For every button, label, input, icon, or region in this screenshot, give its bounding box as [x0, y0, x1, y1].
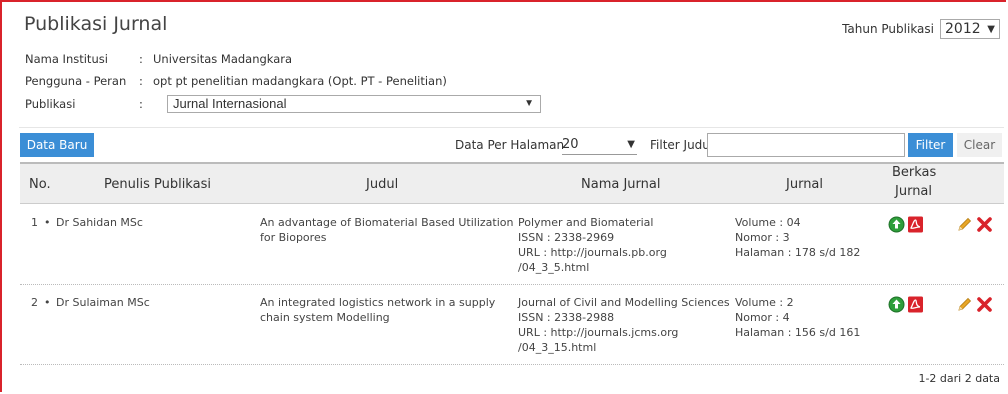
row-penulis: Dr Sahidan MSc — [56, 216, 143, 229]
pdf-icon[interactable] — [907, 216, 924, 233]
edit-icon[interactable] — [956, 216, 973, 233]
row-jurnal-detail: Volume : 04 Nomor : 3 Halaman : 178 s/d … — [735, 215, 860, 260]
row-halaman: Halaman : 178 s/d 182 — [735, 246, 861, 259]
row-no: 2 — [31, 296, 38, 309]
tahun-label: Tahun Publikasi — [842, 22, 934, 36]
row-url: URL : http://journals.jcms.org — [518, 326, 679, 339]
info-pengguna: Pengguna - Peran: opt pt penelitian madan… — [25, 74, 447, 88]
table-row: 1 • Dr Sahidan MSc An advantage of Bioma… — [20, 205, 1004, 285]
header-berkas-jurnal: Jurnal — [895, 184, 933, 199]
pagination-summary: 1-2 dari 2 data — [918, 372, 1000, 385]
row-url: /04_3_5.html — [518, 261, 590, 274]
institusi-value: Universitas Madangkara — [153, 52, 293, 66]
row-jurnal-name: Polymer and Biomaterial — [518, 216, 654, 229]
publikasi-select[interactable]: Jurnal Internasional ▼ — [167, 95, 541, 113]
publikasi-label: Publikasi — [25, 97, 76, 111]
delete-icon[interactable] — [976, 296, 993, 313]
publikasi-value: Jurnal Internasional — [173, 96, 287, 111]
row-penulis: Dr Sulaiman MSc — [56, 296, 150, 309]
chevron-down-icon: ▼ — [987, 23, 995, 35]
delete-icon[interactable] — [976, 216, 993, 233]
upload-icon[interactable] — [888, 216, 905, 233]
filter-input[interactable] — [707, 133, 905, 157]
row-judul-line: chain system Modelling — [260, 311, 390, 324]
header-berkas: Berkas — [892, 165, 937, 180]
colon: : — [139, 97, 143, 111]
page-title: Publikasi Jurnal — [24, 13, 168, 35]
header-jurnal: Jurnal — [786, 177, 824, 192]
row-nama-jurnal: Journal of Civil and Modelling Sciences … — [518, 295, 730, 355]
tahun-select[interactable]: 2012 ▼ — [940, 19, 1000, 39]
divider — [19, 127, 1004, 128]
colon: : — [139, 74, 143, 88]
row-no: 1 — [31, 216, 38, 229]
row-judul: An advantage of Biomaterial Based Utiliz… — [260, 215, 513, 245]
new-data-button[interactable]: Data Baru — [20, 133, 94, 157]
edit-icon[interactable] — [956, 296, 973, 313]
info-institusi: Nama Institusi: Universitas Madangkara — [25, 52, 292, 66]
row-judul: An integrated logistics network in a sup… — [260, 295, 495, 325]
row-jurnal-detail: Volume : 2 Nomor : 4 Halaman : 156 s/d 1… — [735, 295, 860, 340]
row-url: /04_3_15.html — [518, 341, 597, 354]
row-issn: ISSN : 2338-2988 — [518, 311, 615, 324]
per-page-select[interactable]: 20 ▼ — [562, 136, 637, 155]
pengguna-value: opt pt penelitian madangkara (Opt. PT - … — [153, 74, 447, 88]
colon: : — [139, 52, 143, 66]
filter-button[interactable]: Filter — [908, 133, 953, 157]
row-judul-line: An advantage of Biomaterial Based Utiliz… — [260, 216, 514, 229]
pengguna-label: Pengguna - Peran — [25, 74, 127, 88]
table-header: No. Penulis Publikasi Judul Nama Jurnal … — [20, 162, 1004, 204]
per-page-value: 20 — [562, 137, 579, 152]
chevron-down-icon: ▼ — [524, 98, 534, 109]
upload-icon[interactable] — [888, 296, 905, 313]
institusi-label: Nama Institusi — [25, 52, 108, 66]
row-url: URL : http://journals.pb.org — [518, 246, 667, 259]
row-nomor: Nomor : 4 — [735, 311, 790, 324]
header-no: No. — [29, 177, 51, 192]
table-row: 2 • Dr Sulaiman MSc An integrated logist… — [20, 285, 1004, 365]
tahun-filter: Tahun Publikasi 2012 ▼ — [842, 19, 1000, 39]
bullet-icon: • — [44, 216, 51, 229]
row-nomor: Nomor : 3 — [735, 231, 790, 244]
info-publikasi: Publikasi: — [25, 97, 153, 111]
row-halaman: Halaman : 156 s/d 161 — [735, 326, 861, 339]
tahun-value: 2012 — [945, 21, 981, 37]
row-judul-line: for Biopores — [260, 231, 327, 244]
filter-label: Filter Judul — [650, 138, 714, 152]
header-nama-jurnal: Nama Jurnal — [581, 177, 661, 192]
bullet-icon: • — [44, 296, 51, 309]
row-issn: ISSN : 2338-2969 — [518, 231, 615, 244]
header-judul: Judul — [366, 177, 399, 192]
row-jurnal-name: Journal of Civil and Modelling Sciences — [518, 296, 730, 309]
header-penulis: Penulis Publikasi — [104, 177, 211, 192]
row-volume: Volume : 04 — [735, 216, 801, 229]
per-page-label: Data Per Halaman — [455, 138, 565, 152]
chevron-down-icon: ▼ — [627, 139, 635, 150]
pdf-icon[interactable] — [907, 296, 924, 313]
row-nama-jurnal: Polymer and Biomaterial ISSN : 2338-2969… — [518, 215, 667, 275]
row-judul-line: An integrated logistics network in a sup… — [260, 296, 496, 309]
row-volume: Volume : 2 — [735, 296, 794, 309]
clear-button[interactable]: Clear — [957, 133, 1002, 157]
